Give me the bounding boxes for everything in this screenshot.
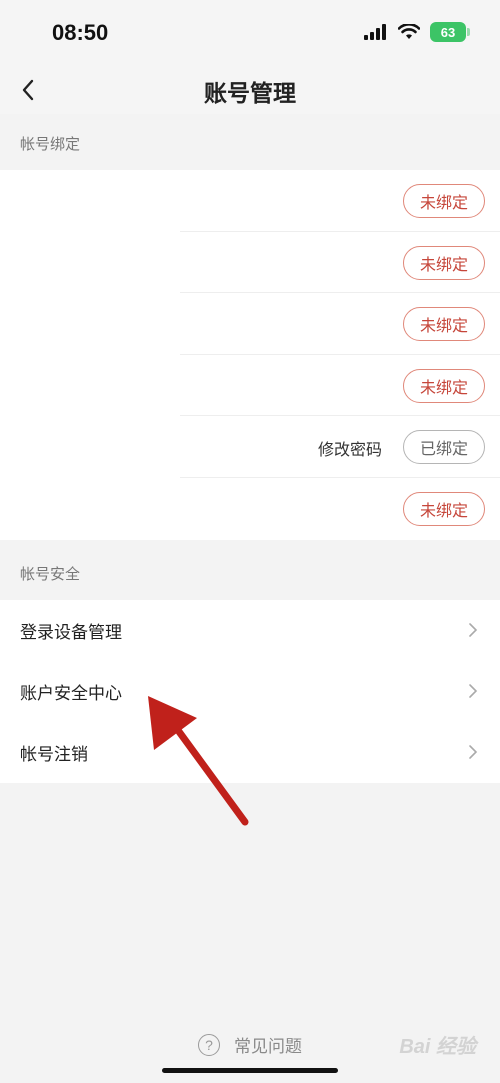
section-header-binding: 帐号绑定: [0, 114, 500, 170]
binding-row-label: 修改密码: [317, 442, 382, 460]
status-bar: 08:50 63: [0, 0, 500, 68]
chevron-right-icon: [469, 745, 478, 759]
security-row-label: 帐号注销: [20, 745, 88, 764]
unbound-status-button[interactable]: 未绑定: [403, 184, 485, 218]
security-row[interactable]: 账户安全中心: [0, 661, 500, 722]
battery-level: 63: [440, 24, 456, 40]
unbound-status-button[interactable]: 未绑定: [403, 307, 485, 342]
security-row[interactable]: 帐号注销: [0, 722, 500, 783]
binding-row: 未绑定: [0, 355, 500, 417]
question-circle-icon: ?: [198, 1033, 220, 1056]
chevron-right-icon: [469, 623, 478, 637]
security-row-label: 账户安全中心: [20, 684, 122, 703]
binding-row: 修改密码 已绑定: [0, 416, 500, 478]
security-list: 登录设备管理 账户安全中心 帐号注销: [0, 600, 500, 783]
chevron-right-icon: [469, 684, 478, 698]
unbound-status-button[interactable]: 未绑定: [403, 245, 485, 280]
unbound-status-button[interactable]: 未绑定: [403, 368, 485, 403]
binding-row: 未绑定: [0, 478, 500, 540]
bound-status-button[interactable]: 已绑定: [403, 430, 485, 465]
wifi-icon: [398, 24, 420, 39]
home-indicator: [162, 1068, 338, 1073]
nav-bar: 账号管理: [0, 68, 500, 114]
signal-icon: [364, 24, 386, 40]
battery-icon: 63: [430, 22, 470, 42]
faq-label: 常见问题: [234, 1037, 302, 1056]
binding-row: 未绑定: [0, 232, 500, 294]
page-title: 账号管理: [204, 80, 296, 106]
binding-row: 未绑定: [0, 293, 500, 355]
security-row[interactable]: 登录设备管理: [0, 600, 500, 661]
binding-list: 未绑定 未绑定 未绑定 未绑定 修改密码 已绑定 未绑定: [0, 170, 500, 540]
watermark: Bai 经验: [399, 1036, 476, 1058]
security-row-label: 登录设备管理: [20, 623, 122, 642]
status-icons: 63: [364, 22, 470, 42]
section-header-security: 帐号安全: [0, 540, 500, 600]
unbound-status-button[interactable]: 未绑定: [403, 491, 485, 526]
status-time: 08:50: [52, 20, 109, 45]
binding-row: 未绑定: [0, 170, 500, 232]
